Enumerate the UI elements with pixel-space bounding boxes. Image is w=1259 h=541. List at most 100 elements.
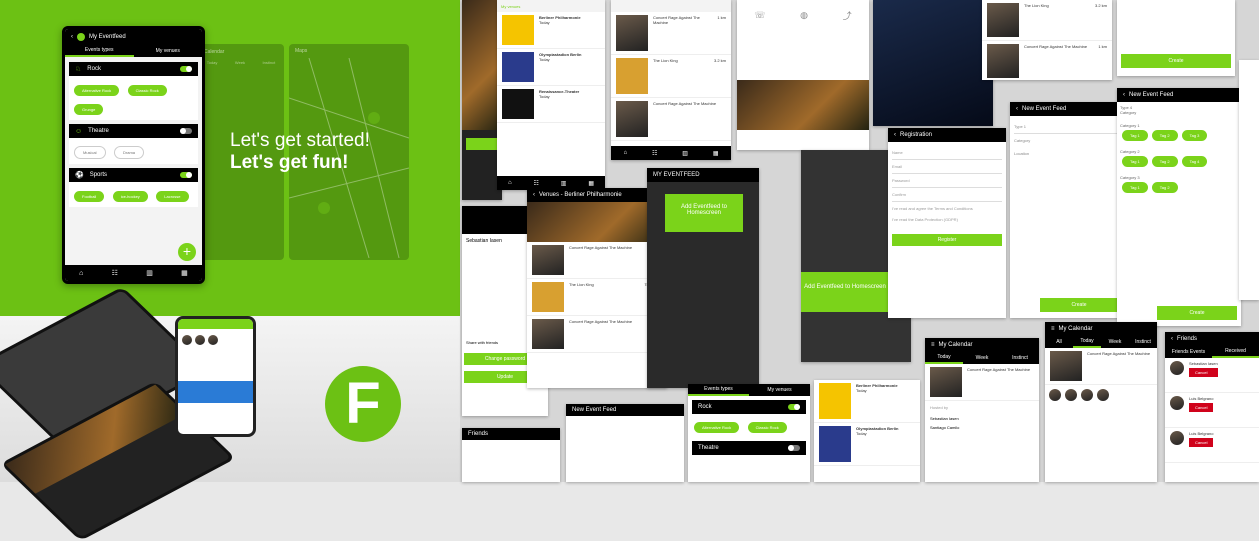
menu-icon[interactable]: ≡ bbox=[931, 342, 935, 348]
tab-instinct[interactable]: Instinct bbox=[1129, 336, 1157, 348]
category-theatre[interactable]: ☺ Theatre bbox=[69, 124, 198, 138]
back-arrow-icon[interactable]: ‹ bbox=[1171, 336, 1173, 342]
event-row[interactable]: Concert Rage Against The MachineToday1 k… bbox=[527, 242, 667, 279]
avatar[interactable] bbox=[1065, 389, 1077, 401]
tag-pill[interactable]: Tag 3 bbox=[1181, 130, 1208, 141]
create-button[interactable]: Create bbox=[1157, 306, 1237, 320]
event-row[interactable]: Concert Rage Against The Machine bbox=[925, 364, 1039, 401]
back-arrow-icon[interactable]: ‹ bbox=[1016, 106, 1018, 112]
pill-alternative-rock[interactable]: Alternative Rock bbox=[694, 422, 740, 433]
globe-icon[interactable]: ◍ bbox=[800, 10, 808, 21]
tab-events-types[interactable]: Events types bbox=[65, 45, 134, 57]
attendee[interactable]: Sebastian Iasen bbox=[925, 414, 1039, 423]
create-top-button[interactable]: Create bbox=[1121, 54, 1231, 68]
confirm-field[interactable]: Confirm bbox=[892, 188, 1002, 202]
category-theatre[interactable]: Theatre bbox=[692, 441, 806, 455]
avatar[interactable] bbox=[1097, 389, 1109, 401]
back-arrow-icon[interactable]: ‹ bbox=[894, 132, 896, 138]
menu-icon[interactable]: ≡ bbox=[1051, 326, 1055, 332]
pill-alternative-rock[interactable]: Alternative Rock bbox=[74, 85, 120, 96]
calendar-icon[interactable]: ▦ bbox=[713, 150, 719, 157]
tooltip-add-homescreen[interactable]: Add Eventfeed to Homescreen bbox=[665, 194, 743, 232]
friend-row[interactable]: Luis Belgrano Cancel bbox=[1165, 428, 1259, 463]
pill-lacrosse[interactable]: Lacrosse bbox=[156, 191, 189, 202]
category-sports[interactable]: ⚽ Sports bbox=[69, 168, 198, 182]
event-row[interactable]: Concert Rage Against The MachineToday1 k… bbox=[527, 316, 667, 353]
cancel-button[interactable]: Cancel bbox=[1189, 368, 1218, 377]
sports-toggle[interactable] bbox=[180, 172, 192, 178]
back-arrow-icon[interactable]: ‹ bbox=[533, 192, 535, 198]
tag-pill[interactable]: Tag 4 bbox=[1181, 156, 1208, 167]
back-arrow-icon[interactable]: ‹ bbox=[71, 34, 73, 40]
venue-row[interactable]: Berliner Philharmonie Today bbox=[814, 380, 920, 423]
tab-friends-events[interactable]: Friends Events bbox=[1165, 346, 1212, 358]
tag-pill[interactable]: Tag 2 bbox=[1151, 156, 1178, 167]
category-value[interactable]: Category bbox=[1120, 110, 1238, 115]
tag-pill[interactable]: Tag 2 bbox=[1151, 182, 1178, 193]
rock-toggle[interactable] bbox=[788, 404, 800, 410]
create-button[interactable]: Create bbox=[1040, 298, 1118, 312]
home-icon[interactable]: ⌂ bbox=[79, 270, 83, 277]
category-rock[interactable]: Rock bbox=[692, 400, 806, 414]
tab-my-venues[interactable]: My venues bbox=[749, 384, 810, 396]
friends-icon[interactable]: ☷ bbox=[652, 150, 657, 157]
tab-instinct[interactable]: Instinct bbox=[1001, 352, 1039, 364]
tab-today[interactable]: Today bbox=[1073, 336, 1101, 348]
event-row[interactable]: The Lion King 3.2 km bbox=[611, 55, 731, 98]
tab-today[interactable]: Today bbox=[925, 352, 963, 364]
email-field[interactable]: Email bbox=[892, 160, 1002, 174]
tag-pill[interactable]: Tag 1 bbox=[1122, 130, 1148, 141]
event-row[interactable]: The Lion KingTomorrow3.2 km bbox=[527, 279, 667, 316]
tab-week[interactable]: Week bbox=[1101, 336, 1129, 348]
tag-pill[interactable]: Tag 2 bbox=[1151, 130, 1178, 141]
pill-drama[interactable]: Drama bbox=[114, 146, 145, 159]
tag-pill[interactable]: Tag 1 bbox=[1122, 182, 1148, 193]
friend-row[interactable]: Sebastian Iasen Cancel bbox=[1165, 358, 1259, 393]
venue-row[interactable]: Renaissance-Theater Today bbox=[497, 86, 605, 123]
tab-events-types[interactable]: Events types bbox=[688, 384, 749, 396]
pill-classic-rock[interactable]: Classic Rock bbox=[747, 422, 787, 433]
pill-ice-hockey[interactable]: ice-hockey bbox=[112, 191, 148, 202]
venue-row[interactable]: Olympiastadion Berlin Today bbox=[814, 423, 920, 466]
password-field[interactable]: Password bbox=[892, 174, 1002, 188]
friends-icon[interactable]: ☷ bbox=[533, 180, 538, 187]
pill-grunge[interactable]: Grunge bbox=[74, 104, 104, 115]
register-button[interactable]: Register bbox=[892, 234, 1002, 246]
calendar-icon[interactable]: ▦ bbox=[181, 269, 188, 277]
tag-pill[interactable]: Tag 1 bbox=[1122, 156, 1148, 167]
tab-all[interactable]: All bbox=[1045, 336, 1073, 348]
add-fab-button[interactable]: + bbox=[178, 243, 196, 261]
avatar[interactable] bbox=[1049, 389, 1061, 401]
tab-week[interactable]: Week bbox=[963, 352, 1001, 364]
pill-classic-rock[interactable]: Classic Rock bbox=[127, 85, 167, 96]
event-row[interactable]: Concert Rage Against The Machine 1 km bbox=[982, 41, 1112, 80]
map-icon[interactable]: ▥ bbox=[146, 269, 153, 277]
calendar-icon[interactable]: ▦ bbox=[588, 180, 594, 187]
map-icon[interactable]: ▥ bbox=[682, 150, 688, 157]
home-icon[interactable]: ⌂ bbox=[623, 150, 627, 156]
location-select[interactable]: Location bbox=[1014, 147, 1118, 160]
venue-row[interactable]: Berliner Philharmonie Today bbox=[497, 12, 605, 49]
tab-my-venues[interactable]: My venues bbox=[134, 45, 203, 57]
friend-row[interactable]: Luis Belgrano Cancel bbox=[1165, 393, 1259, 428]
terms-checkbox[interactable]: I've read and agree the Terms and Condit… bbox=[892, 202, 1002, 215]
cancel-button[interactable]: Cancel bbox=[1189, 438, 1214, 447]
type-select[interactable]: Type 1 bbox=[1014, 120, 1118, 134]
category-rock[interactable]: ♘ Rock bbox=[69, 62, 198, 76]
name-field[interactable]: Name bbox=[892, 146, 1002, 160]
cancel-button[interactable]: Cancel bbox=[1189, 403, 1214, 412]
theatre-toggle[interactable] bbox=[180, 128, 192, 134]
theatre-toggle[interactable] bbox=[788, 445, 800, 451]
event-row[interactable]: Concert Rage Against The Machine bbox=[1045, 348, 1157, 385]
home-icon[interactable]: ⌂ bbox=[508, 180, 512, 186]
map-icon[interactable]: ▥ bbox=[561, 180, 567, 187]
rock-toggle[interactable] bbox=[180, 66, 192, 72]
attendee[interactable]: Santiago Camilo bbox=[925, 423, 1039, 432]
back-arrow-icon[interactable]: ‹ bbox=[1123, 92, 1125, 98]
friends-icon[interactable]: ☷ bbox=[112, 269, 118, 277]
tab-received[interactable]: Received bbox=[1212, 346, 1259, 358]
gdpr-checkbox[interactable]: I've read the Data Protection (GDPR) bbox=[892, 215, 1002, 224]
pill-football[interactable]: Football bbox=[74, 191, 105, 202]
avatar[interactable] bbox=[1081, 389, 1093, 401]
share-icon[interactable]: ⤴ bbox=[843, 9, 852, 22]
